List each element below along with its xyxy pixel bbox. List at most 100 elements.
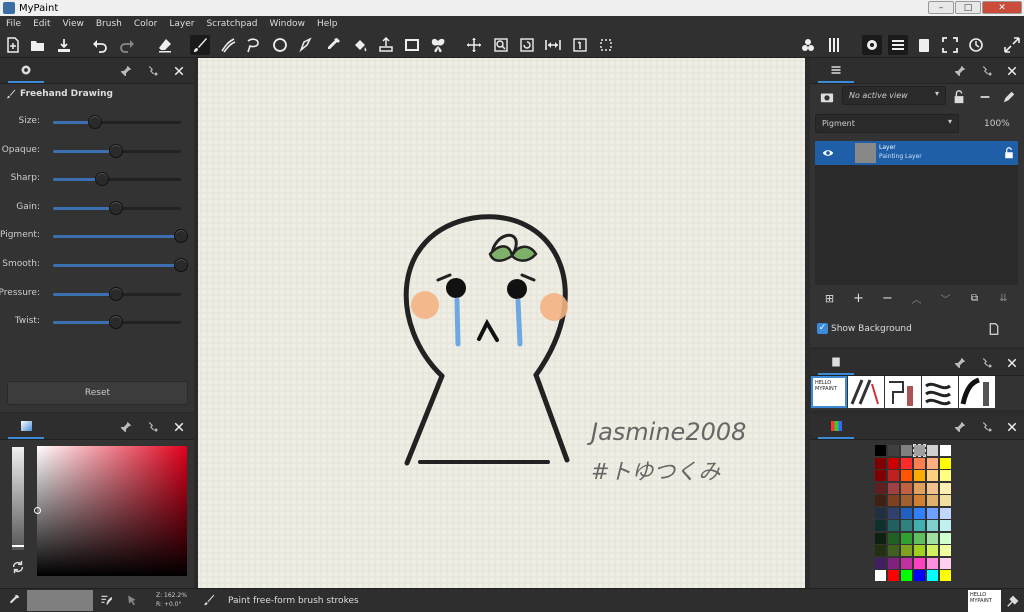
palette-swatch[interactable] [888, 570, 899, 581]
expand-icon[interactable] [1002, 35, 1022, 55]
pin-icon[interactable] [120, 421, 132, 433]
palette-swatch[interactable] [875, 457, 886, 469]
new-file-icon[interactable] [3, 35, 23, 55]
slider-twist[interactable]: Twist: [0, 312, 193, 332]
slider-pigment[interactable]: Pigment: [0, 226, 193, 246]
palette-swatch[interactable] [914, 570, 925, 581]
duplicate-layer-icon[interactable]: ⧉ [960, 287, 989, 309]
palette-swatch[interactable] [901, 507, 912, 519]
palette-swatch[interactable] [940, 570, 951, 581]
fullscreen-icon[interactable] [940, 35, 960, 55]
palette-swatch[interactable] [888, 445, 899, 456]
drawing-canvas[interactable]: Jasmine2008 #トゆつくみ [198, 58, 805, 588]
palette-swatch[interactable] [940, 470, 951, 481]
palette-swatch[interactable] [914, 470, 925, 481]
brush-list-icon[interactable] [824, 35, 844, 55]
add-layer-icon[interactable]: + [844, 287, 873, 309]
palette-swatch[interactable] [888, 507, 899, 519]
slider-sharp[interactable]: Sharp: [0, 169, 193, 189]
saturation-value-square[interactable] [34, 446, 187, 576]
detach-icon[interactable] [147, 65, 159, 77]
palette-swatch[interactable] [888, 520, 899, 531]
lock-view-icon[interactable] [952, 90, 966, 104]
zoom-view-icon[interactable] [491, 35, 511, 55]
detach-icon[interactable] [981, 421, 993, 433]
close-icon[interactable] [173, 65, 185, 77]
layers-panel-icon[interactable] [888, 35, 908, 55]
slider-knob[interactable] [108, 144, 123, 158]
pin-icon[interactable] [954, 357, 966, 369]
open-file-icon[interactable] [28, 35, 48, 55]
show-background-checkbox[interactable]: ✓ [817, 323, 828, 334]
background-settings-icon[interactable] [988, 323, 1000, 335]
scratchpad-icon[interactable] [914, 35, 934, 55]
palette-swatch[interactable] [940, 482, 951, 494]
palette-swatch[interactable] [901, 532, 912, 544]
merge-layer-icon[interactable]: ⇊ [989, 287, 1018, 309]
palette-swatch[interactable] [927, 482, 938, 494]
palette-swatch[interactable] [927, 520, 938, 531]
palette-swatch[interactable] [875, 520, 886, 531]
palette-swatch[interactable] [927, 470, 938, 481]
fit-width-icon[interactable] [543, 35, 563, 55]
palette-swatch[interactable] [940, 445, 951, 456]
maximize-button[interactable]: □ [955, 1, 981, 14]
remove-layer-icon[interactable]: − [873, 287, 902, 309]
palette-swatch[interactable] [901, 495, 912, 506]
palette-swatch[interactable] [901, 557, 912, 569]
save-file-icon[interactable] [54, 35, 74, 55]
pan-view-icon[interactable] [464, 35, 484, 55]
layers-list-area[interactable] [815, 165, 1018, 285]
remove-view-icon[interactable] [978, 90, 992, 104]
palette-swatch[interactable] [901, 457, 912, 469]
palette-swatch[interactable] [914, 520, 925, 531]
palette-swatch[interactable] [875, 482, 886, 494]
palette-swatch[interactable] [940, 520, 951, 531]
eyedropper-icon[interactable] [8, 594, 20, 606]
close-icon[interactable] [173, 421, 185, 433]
palette-swatch[interactable] [940, 532, 951, 544]
palette-swatch[interactable] [914, 557, 925, 569]
palette-tab[interactable] [818, 415, 854, 439]
palette-swatch[interactable] [927, 570, 938, 581]
zoom-reset-icon[interactable] [570, 35, 590, 55]
palette-swatch[interactable] [888, 545, 899, 556]
slider-knob[interactable] [108, 201, 123, 215]
color-tab[interactable] [8, 415, 44, 439]
palette-swatch[interactable] [888, 557, 899, 569]
palette-swatch[interactable] [913, 444, 926, 457]
brush-thumb[interactable] [848, 376, 884, 408]
menu-edit[interactable]: Edit [27, 19, 56, 29]
palette-swatch[interactable] [940, 557, 951, 569]
palette-swatch[interactable] [927, 545, 938, 556]
palette-swatch[interactable] [888, 470, 899, 481]
palette-swatch[interactable] [875, 532, 886, 544]
palette-swatch[interactable] [875, 570, 886, 581]
cursor-mode-icon[interactable] [126, 594, 138, 606]
eye-icon[interactable] [822, 147, 834, 159]
view-select[interactable]: No active view ▾ [842, 86, 946, 105]
detach-icon[interactable] [147, 421, 159, 433]
slider-pressure[interactable]: Pressure: [0, 284, 193, 304]
current-color-swatch[interactable] [27, 590, 93, 611]
camera-icon[interactable] [820, 90, 834, 104]
lasso-icon[interactable] [243, 35, 263, 55]
slider-gain[interactable]: Gain: [0, 198, 193, 218]
palette-swatch[interactable] [875, 470, 886, 481]
frame-icon[interactable] [402, 35, 422, 55]
unlock-icon[interactable] [1003, 147, 1015, 159]
close-icon[interactable] [1006, 357, 1018, 369]
fit-view-icon[interactable] [596, 35, 616, 55]
palette-swatch[interactable] [901, 570, 912, 581]
menu-file[interactable]: File [0, 19, 27, 29]
inking-icon[interactable] [218, 35, 238, 55]
edit-view-icon[interactable] [1002, 90, 1016, 104]
move-layer-down-icon[interactable]: ﹀ [931, 287, 960, 309]
redo-icon[interactable] [117, 35, 137, 55]
menu-color[interactable]: Color [128, 19, 164, 29]
menu-brush[interactable]: Brush [90, 19, 128, 29]
menu-view[interactable]: View [57, 19, 90, 29]
value-slider[interactable] [12, 447, 24, 550]
detach-icon[interactable] [981, 357, 993, 369]
pen-node-icon[interactable] [296, 35, 316, 55]
